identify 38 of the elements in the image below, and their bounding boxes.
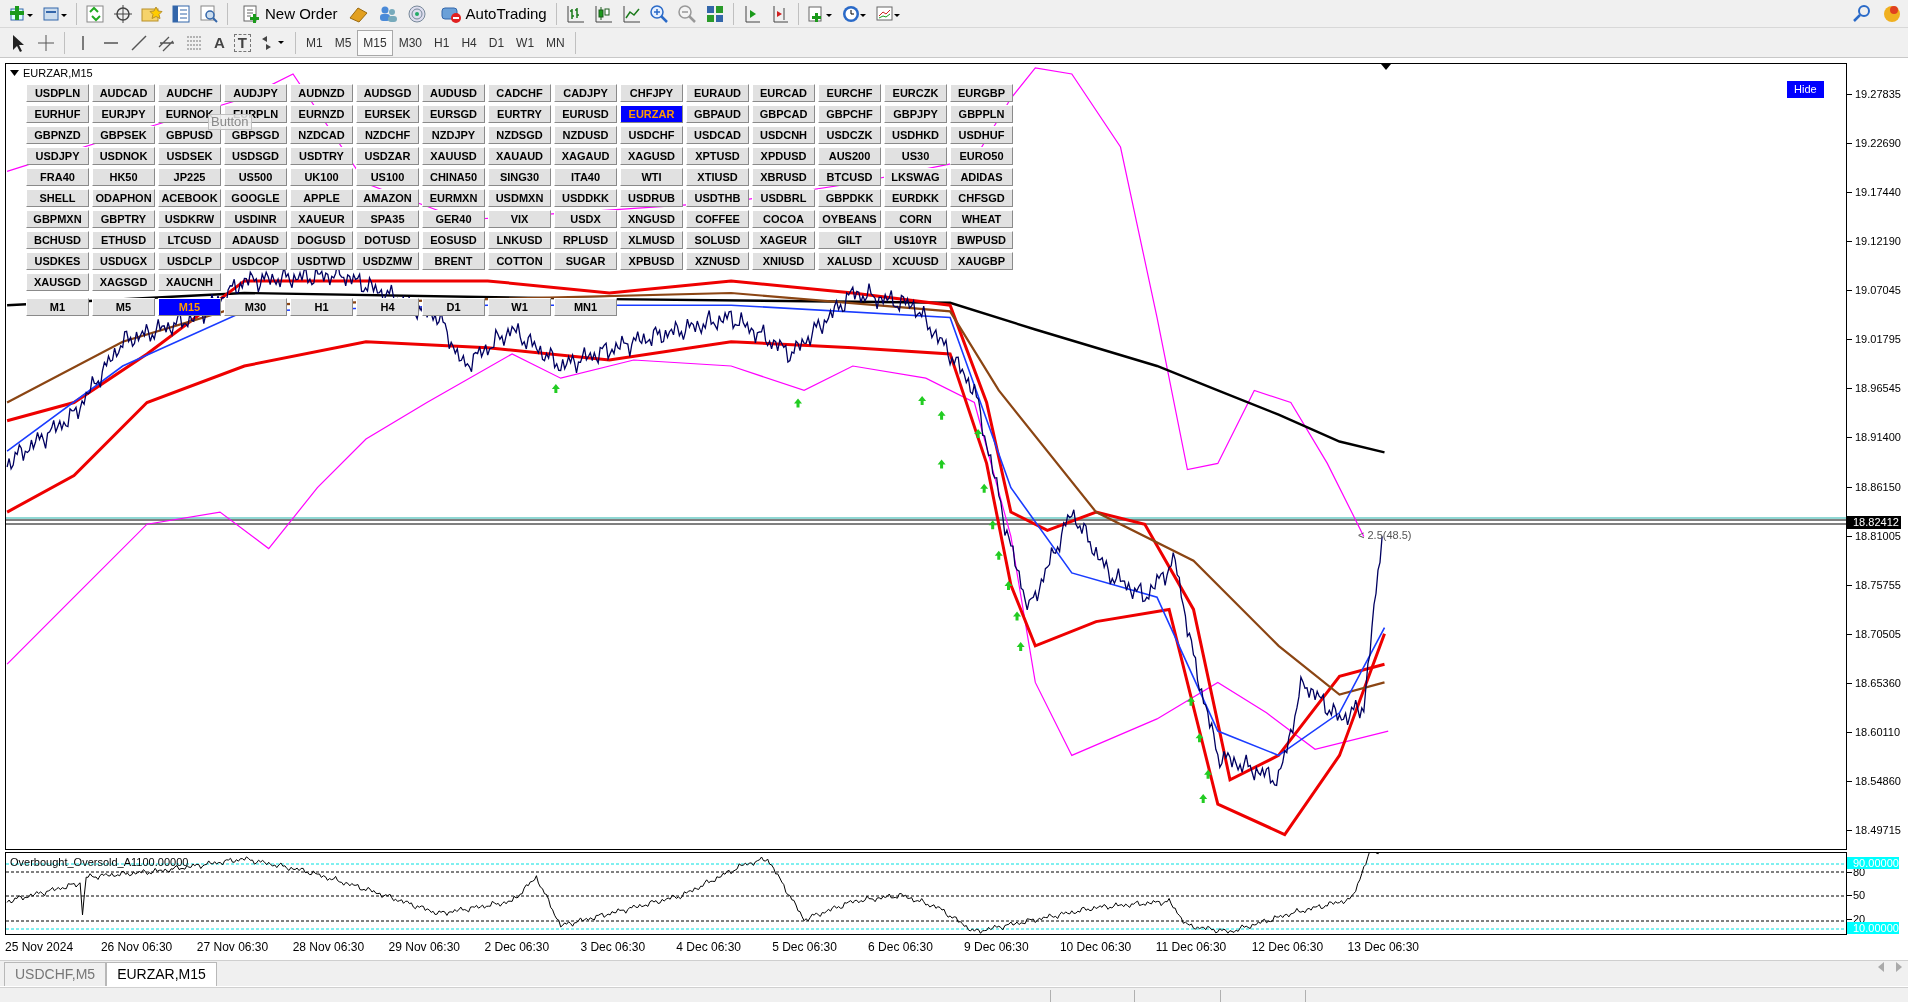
price-label: 18.86150 <box>1854 480 1901 494</box>
price-label: 18.54860 <box>1854 774 1901 788</box>
price-label: 18.70505 <box>1854 627 1901 641</box>
price-label: 18.91400 <box>1854 431 1901 445</box>
time-label: 13 Dec 06:30 <box>1347 939 1419 956</box>
price-label: 19.17440 <box>1854 186 1901 200</box>
price-label: 18.65360 <box>1854 676 1901 690</box>
time-label: 12 Dec 06:30 <box>1251 939 1324 956</box>
chart-title: EURZAR,M15 <box>23 66 93 81</box>
time-label: 10 Dec 06:30 <box>1059 939 1132 956</box>
price-label: 18.75755 <box>1854 578 1901 592</box>
level-label: 50 <box>1852 889 1866 901</box>
price-label: 19.01795 <box>1854 333 1901 347</box>
time-label: 2 Dec 06:30 <box>484 939 550 956</box>
time-label: 5 Dec 06:30 <box>772 939 837 956</box>
level-label: 90.00000 <box>1847 857 1899 869</box>
time-label: 11 Dec 06:30 <box>1155 939 1227 956</box>
price-label: 19.07045 <box>1854 284 1901 298</box>
time-label: 28 Nov 06:30 <box>292 939 365 956</box>
price-label: 19.27835 <box>1854 88 1901 101</box>
level-label: 10.00000 <box>1847 922 1899 934</box>
time-label: 29 Nov 06:30 <box>388 939 460 956</box>
current-price-label: 18.82412 <box>1847 516 1901 529</box>
time-label: 9 Dec 06:30 <box>964 939 1029 956</box>
time-label: 3 Dec 06:30 <box>580 939 646 956</box>
price-label: 18.96545 <box>1854 382 1901 396</box>
time-label: 26 Nov 06:30 <box>100 939 173 956</box>
price-label: 18.60110 <box>1854 725 1901 739</box>
time-label: 25 Nov 2024 <box>5 939 74 956</box>
time-label: 27 Nov 06:30 <box>196 939 269 956</box>
annotation-text: < 2.5(48.5) <box>1358 528 1412 543</box>
price-label: 19.22690 <box>1854 137 1901 151</box>
time-label: 6 Dec 06:30 <box>868 939 933 956</box>
price-label: 18.81005 <box>1854 529 1901 543</box>
indicator-title: Overbought_Oversold_A1100.00000 <box>10 855 189 870</box>
price-label: 18.49715 <box>1854 824 1901 838</box>
price-label: 19.12190 <box>1854 235 1901 249</box>
time-label: 4 Dec 06:30 <box>676 939 741 956</box>
